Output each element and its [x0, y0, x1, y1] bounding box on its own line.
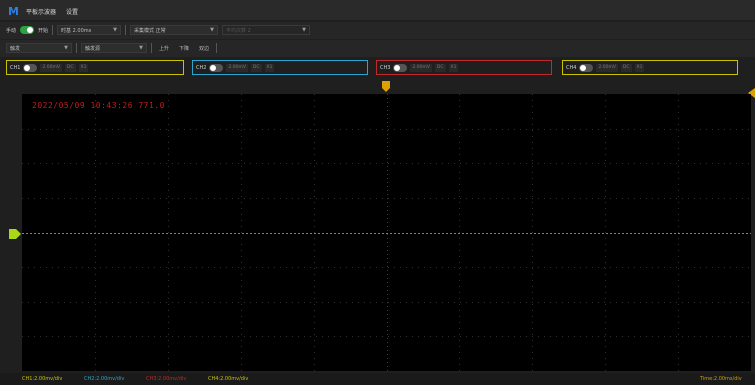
- status-ch2-scale: CH2:2.00mv/div: [84, 376, 125, 382]
- channel-4-toggle[interactable]: [579, 63, 594, 72]
- toolbar-trigger: 触发 ▼ 触发源 ▼ 上升 下降 双边: [0, 40, 755, 57]
- channel-ground-marker[interactable]: [9, 229, 21, 239]
- channel-3-probe[interactable]: X1: [448, 63, 459, 72]
- rise-edge-button[interactable]: 上升: [156, 45, 172, 52]
- chevron-down-icon: ▼: [302, 27, 307, 33]
- display-grid: [22, 94, 751, 371]
- channel-1-toggle[interactable]: [23, 63, 38, 72]
- channel-4-label: CH4: [566, 64, 577, 71]
- divider: [125, 25, 127, 35]
- acq-mode-select[interactable]: 采集模式 正常 ▼: [130, 25, 219, 35]
- status-timebase: Time:2.00ms/div: [700, 376, 742, 382]
- run-toggle[interactable]: [20, 26, 35, 34]
- divider: [151, 43, 152, 53]
- capture-timestamp: 2022/05/09 10:43:26 771.0: [32, 101, 165, 110]
- chevron-down-icon: ▼: [64, 45, 68, 51]
- channel-4-panel: CH4 2.00mV DC X1: [562, 60, 738, 75]
- divider: [76, 43, 77, 53]
- channel-2-toggle[interactable]: [209, 63, 224, 72]
- divider: [52, 25, 54, 35]
- channel-4-coupling[interactable]: DC: [620, 63, 632, 72]
- channel-3-panel: CH3 2.00mV DC X1: [376, 60, 552, 75]
- channel-3-scale[interactable]: 2.00mV: [410, 63, 432, 72]
- channel-2-scale[interactable]: 2.00mV: [226, 63, 248, 72]
- channel-3-toggle[interactable]: [393, 63, 408, 72]
- app-logo: M: [8, 5, 19, 18]
- chevron-down-icon: ▼: [210, 27, 215, 33]
- channel-1-coupling[interactable]: DC: [64, 63, 76, 72]
- fall-edge-button[interactable]: 下降: [176, 45, 192, 52]
- toolbar-acquisition: 手动 开始 时基 2.00ms ▼ 采集模式 正常 ▼ 平均次数 2 ▼: [0, 22, 755, 39]
- channel-1-panel: CH1 2.00mV DC X1: [6, 60, 184, 75]
- average-select[interactable]: 平均次数 2 ▼: [222, 25, 311, 35]
- trigger-select[interactable]: 触发 ▼: [6, 43, 72, 53]
- status-ch4-scale: CH4:2.00mv/div: [208, 376, 249, 382]
- waveform-display[interactable]: 2022/05/09 10:43:26 771.0: [22, 94, 751, 371]
- timebase-select[interactable]: 时基 2.00ms ▼: [57, 25, 122, 35]
- settings-menu[interactable]: 设置: [66, 7, 78, 16]
- status-ch1-scale: CH1:2.00mv/div: [22, 376, 63, 382]
- status-ch3-scale: CH3:2.00mv/div: [146, 376, 187, 382]
- chevron-down-icon: ▼: [113, 27, 118, 33]
- channel-4-probe[interactable]: X1: [634, 63, 645, 72]
- channel-2-panel: CH2 2.00mV DC X1: [192, 60, 368, 75]
- status-bar: CH1:2.00mv/div CH2:2.00mv/div CH3:2.00mv…: [0, 373, 755, 385]
- run-label: 手动: [6, 27, 17, 34]
- channel-3-label: CH3: [380, 64, 391, 71]
- chevron-down-icon: ▼: [139, 45, 143, 51]
- channel-3-coupling[interactable]: DC: [434, 63, 446, 72]
- run-state-label: 开始: [38, 27, 49, 34]
- channel-1-scale[interactable]: 2.00mV: [40, 63, 62, 72]
- divider: [216, 43, 218, 53]
- channel-2-probe[interactable]: X1: [264, 63, 275, 72]
- channel-4-scale[interactable]: 2.00mV: [596, 63, 618, 72]
- title-bar: M 平板示波器 设置: [0, 0, 755, 20]
- channel-1-label: CH1: [10, 64, 21, 71]
- channel-1-probe[interactable]: X1: [78, 63, 89, 72]
- trigger-source-select[interactable]: 触发源 ▼: [81, 43, 147, 53]
- both-edge-button[interactable]: 双边: [196, 45, 212, 52]
- app-name[interactable]: 平板示波器: [26, 7, 56, 16]
- channel-2-label: CH2: [196, 64, 207, 71]
- channel-2-coupling[interactable]: DC: [250, 63, 262, 72]
